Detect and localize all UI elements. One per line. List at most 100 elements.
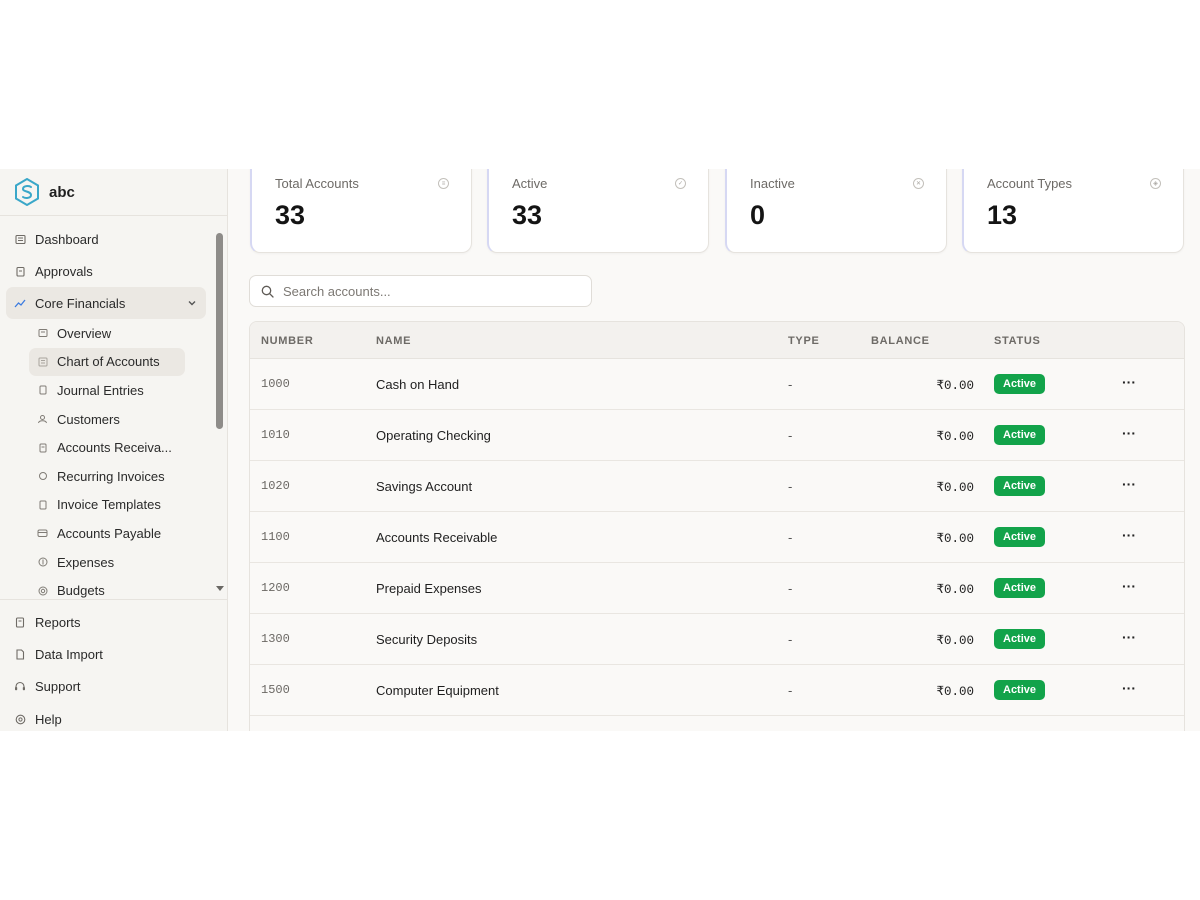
account-type: - xyxy=(788,428,793,443)
nav-scroll-area[interactable]: Dashboard Approvals Core Financials Over… xyxy=(0,217,228,599)
account-balance: ₹0.00 xyxy=(936,430,974,444)
sidebar-item-label: Invoice Templates xyxy=(57,497,161,513)
book-icon xyxy=(37,385,48,396)
account-balance: ₹0.00 xyxy=(936,634,974,648)
report-icon xyxy=(14,616,26,628)
sidebar-item-overview[interactable]: Overview xyxy=(29,319,185,348)
account-type: - xyxy=(788,479,793,494)
account-name[interactable]: Computer Equipment xyxy=(376,683,499,698)
sidebar-scrollbar-thumb[interactable] xyxy=(216,233,223,429)
main-content: Total Accounts 33 ≡ Active 33 ✓ Inactive… xyxy=(228,169,1200,731)
account-name[interactable]: Prepaid Expenses xyxy=(376,581,482,596)
sidebar-item-support[interactable]: Support xyxy=(6,671,221,703)
search-icon xyxy=(261,285,274,298)
sidebar-item-label: Data Import xyxy=(35,646,103,662)
sidebar-item-budgets[interactable]: Budgets xyxy=(29,576,185,599)
stat-card-total-accounts: Total Accounts 33 ≡ xyxy=(250,169,472,253)
more-actions-icon[interactable]: ··· xyxy=(1122,629,1136,645)
table-row[interactable]: 1500 Computer Equipment - ₹0.00 Active ·… xyxy=(250,665,1184,716)
stat-value: 0 xyxy=(750,200,766,230)
account-name[interactable]: Operating Checking xyxy=(376,428,491,443)
trend-line-icon xyxy=(14,297,26,309)
account-name[interactable]: Security Deposits xyxy=(376,632,477,647)
account-type: - xyxy=(788,377,793,392)
sidebar-item-accounts-payable[interactable]: Accounts Payable xyxy=(29,519,185,548)
account-balance: ₹0.00 xyxy=(936,583,974,597)
status-badge: Active xyxy=(994,527,1046,547)
sidebar-item-approvals[interactable]: Approvals xyxy=(6,255,222,287)
repeat-icon xyxy=(37,471,48,482)
column-header-type[interactable]: TYPE xyxy=(788,335,820,347)
stat-card-active: Active 33 ✓ xyxy=(487,169,709,253)
sidebar-item-label: Budgets xyxy=(57,583,105,599)
more-actions-icon[interactable]: ··· xyxy=(1122,578,1136,594)
column-header-name[interactable]: NAME xyxy=(376,335,411,347)
table-row[interactable]: 1010 Operating Checking - ₹0.00 Active ·… xyxy=(250,410,1184,461)
status-badge: Active xyxy=(994,425,1046,445)
account-number: 1010 xyxy=(261,428,290,442)
list-icon xyxy=(37,356,48,367)
account-balance: ₹0.00 xyxy=(936,481,974,495)
more-actions-icon[interactable]: ··· xyxy=(1122,476,1136,492)
table-row[interactable]: 1020 Savings Account - ₹0.00 Active ··· xyxy=(250,461,1184,512)
sidebar-item-chart-of-accounts[interactable]: Chart of Accounts xyxy=(29,347,185,377)
sidebar-item-dashboard[interactable]: Dashboard xyxy=(6,223,222,255)
layers-icon: ◈ xyxy=(1150,178,1161,189)
stat-card-account-types: Account Types 13 ◈ xyxy=(962,169,1184,253)
sidebar-item-label: Chart of Accounts xyxy=(57,354,160,370)
more-actions-icon[interactable]: ··· xyxy=(1122,425,1136,441)
column-header-balance[interactable]: BALANCE xyxy=(871,335,930,347)
sidebar-item-label: Help xyxy=(35,711,62,727)
table-row[interactable]: 1000 Cash on Hand - ₹0.00 Active ··· xyxy=(250,359,1184,410)
sidebar-item-invoice-templates[interactable]: Invoice Templates xyxy=(29,491,185,520)
search-box[interactable] xyxy=(249,275,592,307)
table-row[interactable]: 1300 Security Deposits - ₹0.00 Active ··… xyxy=(250,614,1184,665)
brand[interactable]: abc xyxy=(0,169,227,216)
account-balance: ₹0.00 xyxy=(936,685,974,699)
search-input[interactable] xyxy=(283,283,573,299)
stat-card-inactive: Inactive 0 ✕ xyxy=(725,169,947,253)
chevron-down-icon[interactable] xyxy=(187,296,197,311)
target-icon xyxy=(37,585,48,596)
sidebar-item-label: Journal Entries xyxy=(57,382,144,398)
sidebar-item-accounts-receivable[interactable]: Accounts Receiva... xyxy=(29,433,185,462)
table-row-partial[interactable] xyxy=(250,716,1184,731)
sidebar-item-data-import[interactable]: Data Import xyxy=(6,638,221,670)
sidebar-item-label: Reports xyxy=(35,614,81,630)
account-number: 1100 xyxy=(261,530,290,544)
sidebar-item-help[interactable]: Help xyxy=(6,703,221,731)
scroll-down-arrow-icon[interactable] xyxy=(216,586,224,591)
more-actions-icon[interactable]: ··· xyxy=(1122,374,1136,390)
account-name[interactable]: Cash on Hand xyxy=(376,377,459,392)
dollar-icon xyxy=(37,557,48,568)
column-header-number[interactable]: NUMBER xyxy=(261,335,313,347)
status-badge: Active xyxy=(994,680,1046,700)
account-balance: ₹0.00 xyxy=(936,532,974,546)
template-icon xyxy=(37,499,48,510)
sidebar-item-customers[interactable]: Customers xyxy=(29,405,185,434)
sidebar-item-label: Recurring Invoices xyxy=(57,468,165,484)
sidebar-group-core-financials[interactable]: Core Financials xyxy=(6,287,206,319)
sidebar-item-label: Accounts Payable xyxy=(57,525,162,541)
status-badge: Active xyxy=(994,374,1046,394)
sidebar-item-recurring-invoices[interactable]: Recurring Invoices xyxy=(29,462,185,491)
overview-icon xyxy=(37,328,48,339)
table-row[interactable]: 1200 Prepaid Expenses - ₹0.00 Active ··· xyxy=(250,563,1184,614)
sidebar-item-expenses[interactable]: Expenses xyxy=(29,548,185,577)
account-name[interactable]: Accounts Receivable xyxy=(376,530,497,545)
more-actions-icon[interactable]: ··· xyxy=(1122,527,1136,543)
sidebar-item-label: Accounts Receiva... xyxy=(57,440,172,456)
status-badge: Active xyxy=(994,476,1046,496)
sidebar-item-reports[interactable]: Reports xyxy=(6,606,221,638)
account-type: - xyxy=(788,632,793,647)
sidebar-item-journal-entries[interactable]: Journal Entries xyxy=(29,376,185,405)
stat-value: 33 xyxy=(275,200,306,230)
account-name[interactable]: Savings Account xyxy=(376,479,472,494)
column-header-status[interactable]: STATUS xyxy=(994,335,1041,347)
help-icon xyxy=(14,713,26,725)
dashboard-icon xyxy=(14,233,26,245)
table-row[interactable]: 1100 Accounts Receivable - ₹0.00 Active … xyxy=(250,512,1184,563)
account-type: - xyxy=(788,581,793,596)
more-actions-icon[interactable]: ··· xyxy=(1122,680,1136,696)
import-icon xyxy=(14,648,26,660)
